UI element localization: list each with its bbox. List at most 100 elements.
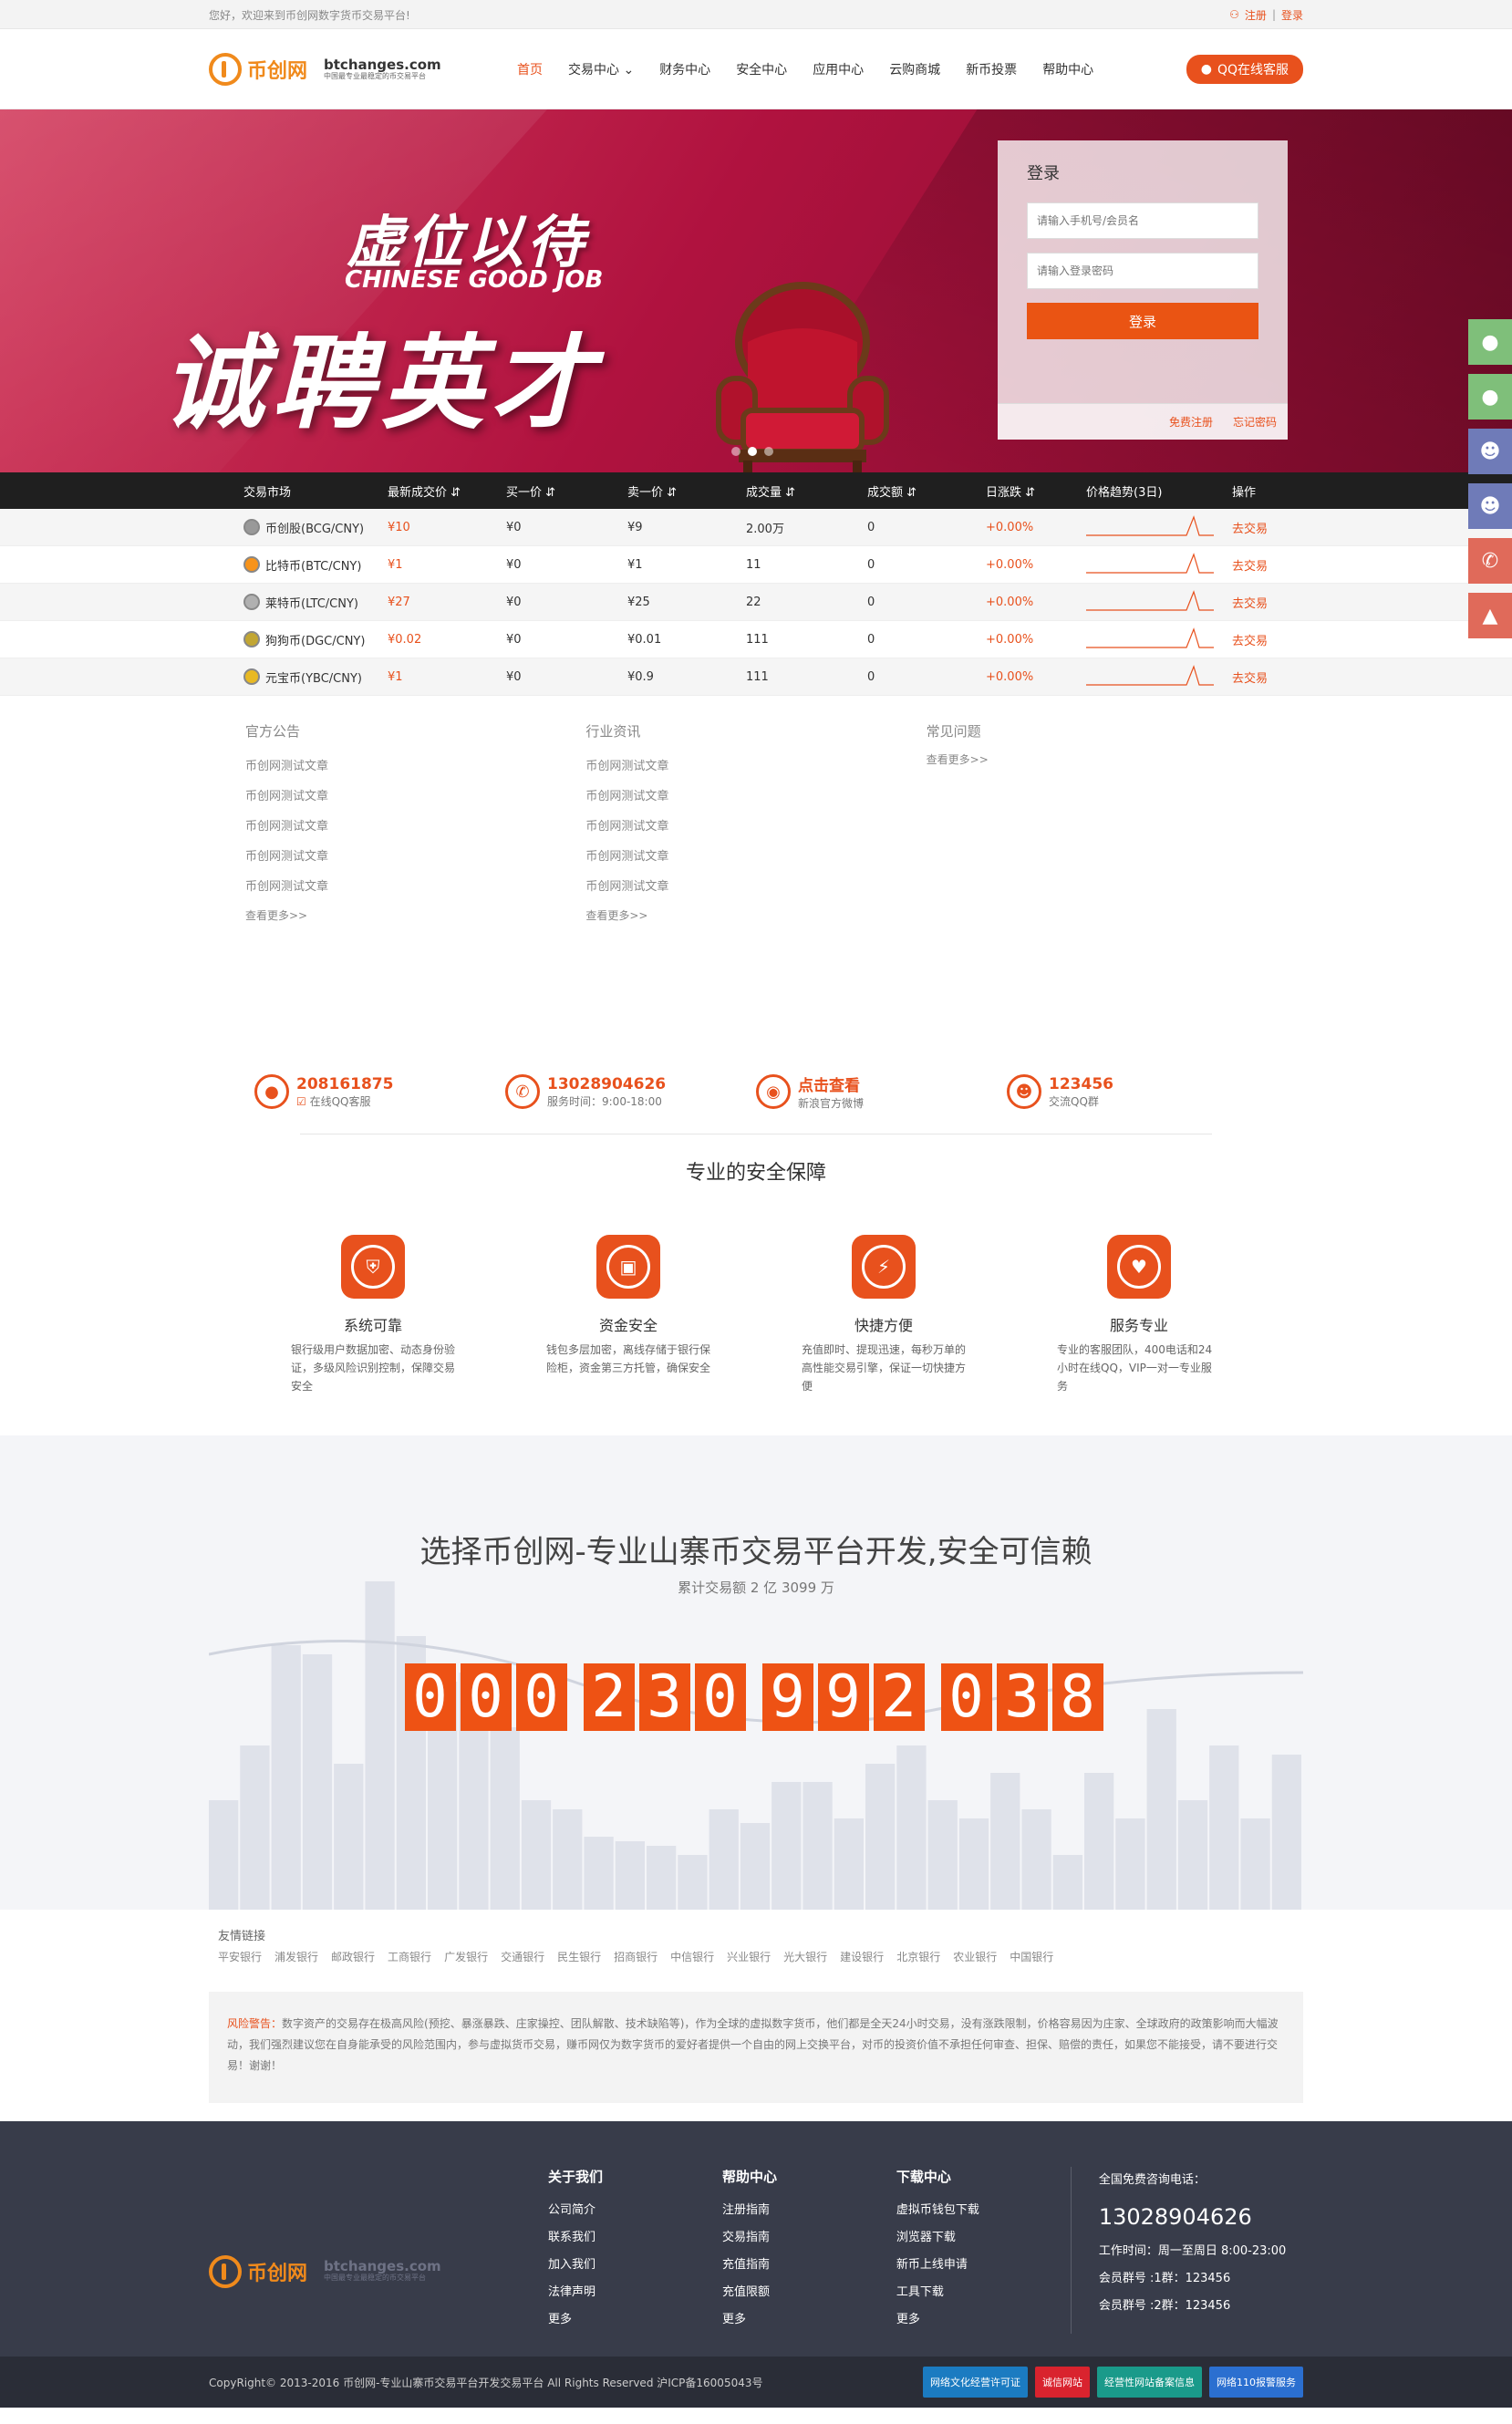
login-title: 登录: [1027, 164, 1060, 183]
friend-link[interactable]: 浦发银行: [274, 1949, 318, 1964]
market-row[interactable]: 币创股(BCG/CNY) ¥10 ¥0 ¥9 2.00万 0 +0.00% 去交…: [0, 509, 1512, 546]
friend-link[interactable]: 北京银行: [896, 1949, 940, 1964]
col-sell[interactable]: 卖一价 ⇵: [627, 482, 746, 500]
col-last-price[interactable]: 最新成交价 ⇵: [388, 482, 506, 500]
free-register-link[interactable]: 免费注册: [1169, 414, 1213, 430]
footer-link[interactable]: 浏览器下载: [896, 2224, 1071, 2252]
friend-link[interactable]: 民生银行: [557, 1949, 601, 1964]
news-item[interactable]: 币创网测试文章: [245, 812, 585, 842]
back-to-top-icon[interactable]: ▲: [1468, 593, 1512, 638]
friend-link[interactable]: 广发银行: [444, 1949, 488, 1964]
footer-link[interactable]: 充值限额: [722, 2279, 896, 2306]
phone-icon[interactable]: ✆: [1468, 538, 1512, 584]
col-buy[interactable]: 买一价 ⇵: [506, 482, 627, 500]
footer-col-download: 下载中心 虚拟币钱包下载 浏览器下载 新币上线申请 工具下载 更多: [896, 2167, 1071, 2334]
nav-security[interactable]: 安全中心: [736, 60, 787, 78]
col-change[interactable]: 日涨跌 ⇵: [986, 482, 1086, 500]
friend-link[interactable]: 农业银行: [953, 1949, 997, 1964]
user-group-icon[interactable]: ☻: [1468, 483, 1512, 529]
more-link[interactable]: 查看更多>>: [585, 907, 926, 923]
market-row[interactable]: 狗狗币(DGC/CNY) ¥0.02 ¥0 ¥0.01 111 0 +0.00%…: [0, 621, 1512, 658]
news-item[interactable]: 币创网测试文章: [585, 872, 926, 902]
footer-link[interactable]: 注册指南: [722, 2197, 896, 2224]
badge-culture[interactable]: 网络文化经营许可证: [923, 2367, 1028, 2398]
risk-warning: 风险警告：数字资产的交易存在极高风险(预挖、暴涨暴跌、庄家操控、团队解散、技术缺…: [209, 1992, 1303, 2103]
nav-mall[interactable]: 云购商城: [889, 60, 940, 78]
news-item[interactable]: 币创网测试文章: [245, 782, 585, 812]
contact-group[interactable]: ☻ 123456 交流QQ群: [1007, 1050, 1258, 1134]
footer-link[interactable]: 更多: [548, 2306, 722, 2334]
footer-link[interactable]: 更多: [896, 2306, 1071, 2334]
carousel-dot[interactable]: [731, 447, 740, 456]
friend-link[interactable]: 中信银行: [670, 1949, 714, 1964]
trade-link[interactable]: 去交易: [1232, 519, 1338, 536]
trade-link[interactable]: 去交易: [1232, 556, 1338, 574]
more-link[interactable]: 查看更多>>: [245, 907, 585, 923]
friend-link[interactable]: 交通银行: [501, 1949, 544, 1964]
footer-logo[interactable]: 币创网 btchanges.com 中国最专业最稳定的币交易平台: [209, 2167, 548, 2334]
col-amount[interactable]: 成交额 ⇵: [867, 482, 986, 500]
footer-link[interactable]: 联系我们: [548, 2224, 722, 2252]
footer-link[interactable]: 加入我们: [548, 2252, 722, 2279]
badge-record[interactable]: 经营性网站备案信息: [1097, 2367, 1202, 2398]
news-item[interactable]: 币创网测试文章: [585, 782, 926, 812]
friend-link[interactable]: 中国银行: [1010, 1949, 1053, 1964]
news-item[interactable]: 币创网测试文章: [585, 751, 926, 782]
stats-title: 选择币创网-专业山寨币交易平台开发,安全可信赖: [419, 1534, 1093, 1570]
footer-link[interactable]: 交易指南: [722, 2224, 896, 2252]
footer-link[interactable]: 法律声明: [548, 2279, 722, 2306]
contact-phone[interactable]: ✆ 13028904626 服务时间：9:00-18:00: [505, 1050, 756, 1134]
friend-link[interactable]: 工商银行: [388, 1949, 431, 1964]
qq-service-button[interactable]: ● QQ在线客服: [1186, 55, 1303, 84]
login-link[interactable]: 登录: [1281, 7, 1303, 23]
nav-vote[interactable]: 新币投票: [966, 60, 1017, 78]
qq-chat-icon[interactable]: ●: [1468, 319, 1512, 365]
site-logo[interactable]: 币创网 btchanges.com 中国最专业最稳定的币交易平台: [209, 53, 510, 86]
badge-trust[interactable]: 诚信网站: [1035, 2367, 1090, 2398]
news-item[interactable]: 币创网测试文章: [245, 872, 585, 902]
register-link[interactable]: 注册: [1245, 7, 1267, 23]
nav-home[interactable]: 首页: [517, 60, 543, 78]
badge-police[interactable]: 网络110报警服务: [1209, 2367, 1303, 2398]
forgot-password-link[interactable]: 忘记密码: [1233, 414, 1277, 430]
news-item[interactable]: 币创网测试文章: [585, 812, 926, 842]
friend-link[interactable]: 招商银行: [614, 1949, 658, 1964]
footer-link[interactable]: 新币上线申请: [896, 2252, 1071, 2279]
nav-apps[interactable]: 应用中心: [813, 60, 864, 78]
footer-link[interactable]: 工具下载: [896, 2279, 1071, 2306]
contact-qq[interactable]: ● 208161875 ☑ 在线QQ客服: [254, 1050, 505, 1134]
heart-icon: ♥: [1117, 1245, 1161, 1289]
qq-chat-icon[interactable]: ●: [1468, 374, 1512, 420]
col-volume[interactable]: 成交量 ⇵: [746, 482, 867, 500]
login-button[interactable]: 登录: [1027, 303, 1258, 339]
header: 币创网 btchanges.com 中国最专业最稳定的币交易平台 首页 交易中心…: [0, 29, 1512, 109]
news-item[interactable]: 币创网测试文章: [585, 842, 926, 872]
footer-link[interactable]: 更多: [722, 2306, 896, 2334]
footer-link[interactable]: 虚拟币钱包下载: [896, 2197, 1071, 2224]
more-link[interactable]: 查看更多>>: [927, 751, 1267, 767]
user-group-icon[interactable]: ☻: [1468, 429, 1512, 474]
friend-link[interactable]: 平安银行: [218, 1949, 262, 1964]
friend-link[interactable]: 建设银行: [840, 1949, 884, 1964]
market-row[interactable]: 元宝币(YBC/CNY) ¥1 ¥0 ¥0.9 111 0 +0.00% 去交易: [0, 658, 1512, 696]
market-row[interactable]: 比特币(BTC/CNY) ¥1 ¥0 ¥1 11 0 +0.00% 去交易: [0, 546, 1512, 584]
nav-trade[interactable]: 交易中心 ⌄: [568, 60, 634, 78]
nav-finance[interactable]: 财务中心: [659, 60, 710, 78]
trade-link[interactable]: 去交易: [1232, 668, 1338, 686]
friend-link[interactable]: 光大银行: [783, 1949, 827, 1964]
friend-link[interactable]: 邮政银行: [331, 1949, 375, 1964]
carousel-dot[interactable]: [764, 447, 773, 456]
trade-link[interactable]: 去交易: [1232, 631, 1338, 648]
news-item[interactable]: 币创网测试文章: [245, 842, 585, 872]
market-row[interactable]: 莱特币(LTC/CNY) ¥27 ¥0 ¥25 22 0 +0.00% 去交易: [0, 584, 1512, 621]
phone-input[interactable]: [1027, 202, 1258, 239]
carousel-dot[interactable]: [748, 447, 757, 456]
news-item[interactable]: 币创网测试文章: [245, 751, 585, 782]
footer-link[interactable]: 充值指南: [722, 2252, 896, 2279]
footer-link[interactable]: 公司简介: [548, 2197, 722, 2224]
contact-weibo[interactable]: ◉ 点击查看 新浪官方微博: [756, 1050, 1007, 1134]
password-input[interactable]: [1027, 253, 1258, 289]
nav-help[interactable]: 帮助中心: [1042, 60, 1093, 78]
friend-link[interactable]: 兴业银行: [727, 1949, 771, 1964]
trade-link[interactable]: 去交易: [1232, 594, 1338, 611]
